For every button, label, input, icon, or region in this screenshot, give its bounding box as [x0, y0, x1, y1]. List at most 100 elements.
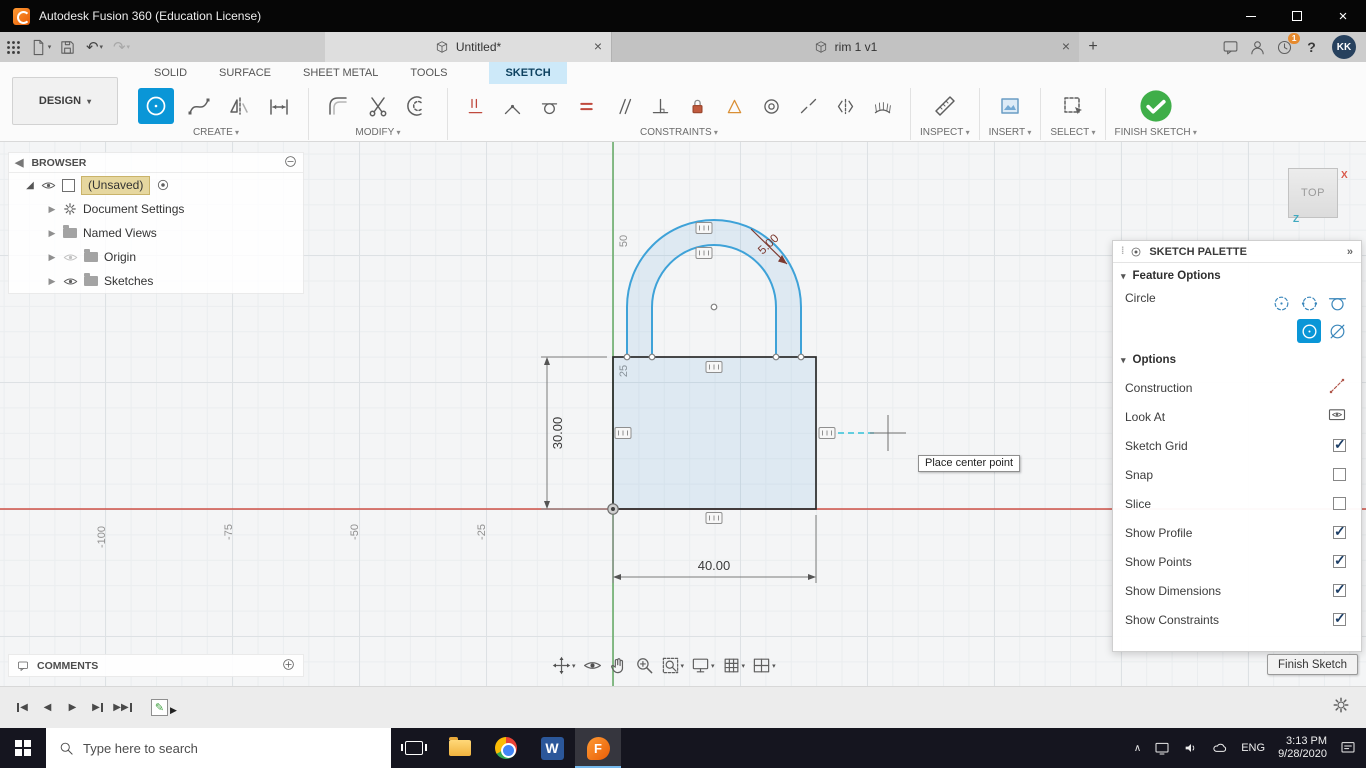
inspect-group-label[interactable]: INSPECT: [920, 127, 970, 138]
maximize-button[interactable]: [1274, 0, 1320, 32]
insert-group-label[interactable]: INSERT: [989, 127, 1032, 138]
tab-close-icon[interactable]: ×: [1062, 39, 1070, 53]
speaker-icon[interactable]: [1183, 740, 1199, 756]
hidden-icons-chevron[interactable]: ∧: [1134, 743, 1141, 754]
options-section-header[interactable]: Options: [1113, 347, 1361, 373]
measure-tool-icon[interactable]: [925, 87, 965, 125]
dimension-width-group[interactable]: 40.00: [612, 515, 817, 583]
new-tab-button[interactable]: +: [1079, 38, 1107, 56]
browser-row-named-views[interactable]: ▶ Named Views: [9, 221, 303, 245]
browser-minimize-icon[interactable]: [284, 155, 297, 171]
fix-constraint-icon[interactable]: [679, 87, 716, 125]
circle-2tangent-icon[interactable]: [1325, 291, 1349, 315]
sketch-point[interactable]: [797, 353, 805, 361]
perpendicular-constraint-icon[interactable]: [642, 87, 679, 125]
job-status-icon[interactable]: [1217, 35, 1244, 59]
add-comment-icon[interactable]: [282, 658, 295, 674]
fillet-tool-icon[interactable]: [318, 87, 358, 125]
file-explorer-button[interactable]: [437, 728, 483, 768]
onedrive-cloud-icon[interactable]: [1212, 740, 1228, 756]
constraint-badge[interactable]: [705, 361, 723, 373]
zoom-icon[interactable]: [635, 656, 654, 675]
constraint-badge[interactable]: [818, 427, 836, 439]
timeline-step-back-button[interactable]: ◀: [35, 696, 60, 720]
timeline-step-forward-button[interactable]: ▶: [85, 696, 110, 720]
timeline-skip-end-button[interactable]: ▶▶: [110, 696, 135, 720]
browser-item-label[interactable]: Document Settings: [83, 202, 184, 216]
browser-row-root[interactable]: ◢ (Unsaved): [9, 173, 303, 197]
timeline-sketch-feature[interactable]: ✎ ▶: [151, 699, 177, 716]
timeline-position-marker[interactable]: ▶: [170, 705, 177, 716]
comments-bar[interactable]: COMMENTS: [8, 654, 304, 677]
constraint-badge[interactable]: [614, 427, 632, 439]
expand-arrow-icon[interactable]: ▶: [47, 228, 57, 239]
look-at-icon[interactable]: [1328, 406, 1346, 427]
save-icon[interactable]: [54, 35, 81, 59]
display-settings-icon[interactable]: ▾: [691, 656, 715, 675]
fusion-360-taskbar-button[interactable]: F: [575, 728, 621, 768]
redo-icon[interactable]: ↷ ▾: [108, 35, 135, 59]
orbit-icon[interactable]: ▾: [552, 656, 576, 675]
arc-center-point[interactable]: [710, 303, 718, 311]
browser-item-label[interactable]: Sketches: [104, 274, 153, 288]
palette-expand-icon[interactable]: »: [1347, 246, 1353, 258]
sketch-dimension-icon[interactable]: [259, 87, 299, 125]
eye-icon[interactable]: [41, 178, 56, 193]
tab-close-icon[interactable]: ×: [594, 39, 602, 53]
expand-arrow-icon[interactable]: ◢: [25, 180, 35, 191]
finish-sketch-palette-button[interactable]: Finish Sketch: [1267, 654, 1359, 675]
tab-sketch[interactable]: SKETCH: [489, 62, 567, 84]
spline-tool-icon[interactable]: [179, 87, 219, 125]
circle-tool-button[interactable]: [138, 88, 174, 124]
midpoint-constraint-icon[interactable]: [716, 87, 753, 125]
insert-tool-icon[interactable]: [990, 87, 1030, 125]
viewports-icon[interactable]: ▾: [752, 656, 776, 675]
sketch-rectangle[interactable]: [612, 356, 817, 510]
sketch-point[interactable]: [648, 353, 656, 361]
constraint-badge[interactable]: [705, 512, 723, 524]
word-button[interactable]: W: [529, 728, 575, 768]
browser-row-document-settings[interactable]: ▶ Document Settings: [9, 197, 303, 221]
dimension-height-group[interactable]: 30.00: [541, 356, 607, 510]
show-dimensions-checkbox[interactable]: [1333, 581, 1346, 598]
collinear-constraint-icon[interactable]: [790, 87, 827, 125]
concentric-constraint-icon[interactable]: [753, 87, 790, 125]
create-group-label[interactable]: CREATE: [193, 127, 239, 138]
viewcube[interactable]: TOP: [1288, 168, 1338, 218]
circle-3point-icon[interactable]: [1297, 291, 1321, 315]
grid-settings-icon[interactable]: ▾: [722, 656, 745, 675]
constraint-badge[interactable]: [695, 222, 713, 234]
browser-item-label[interactable]: Named Views: [83, 226, 157, 240]
coincident-constraint-icon[interactable]: [494, 87, 531, 125]
new-file-icon[interactable]: ▾: [27, 35, 54, 59]
sketch-point[interactable]: [772, 353, 780, 361]
browser-row-origin[interactable]: ▶ Origin: [9, 245, 303, 269]
origin-point[interactable]: [607, 503, 619, 515]
slice-checkbox[interactable]: [1333, 497, 1346, 510]
circle-3tangent-icon[interactable]: [1325, 319, 1349, 343]
viewcube-face-label[interactable]: TOP: [1301, 187, 1325, 199]
finish-sketch-group-label[interactable]: FINISH SKETCH: [1115, 127, 1197, 138]
circle-2point-icon[interactable]: [1269, 291, 1293, 315]
horizontal-vertical-constraint-icon[interactable]: [457, 87, 494, 125]
timeline-settings-gear-icon[interactable]: [1332, 696, 1350, 719]
circle-center-diameter-icon[interactable]: [1297, 319, 1321, 343]
workspace-selector[interactable]: DESIGN ▾: [12, 77, 118, 125]
tab-tools[interactable]: TOOLS: [394, 62, 463, 84]
taskbar-search-input[interactable]: Type here to search: [46, 728, 391, 768]
tangent-constraint-icon[interactable]: [531, 87, 568, 125]
chrome-button[interactable]: [483, 728, 529, 768]
dimension-height-value[interactable]: 30.00: [550, 417, 565, 450]
dimension-width-value[interactable]: 40.00: [698, 558, 731, 573]
palette-header[interactable]: ⁞ SKETCH PALETTE »: [1113, 241, 1361, 263]
mirror-tool-icon[interactable]: [219, 87, 259, 125]
expand-arrow-icon[interactable]: ▶: [47, 276, 57, 287]
tab-surface[interactable]: SURFACE: [203, 62, 287, 84]
browser-collapse-icon[interactable]: ◀: [15, 156, 23, 169]
eye-icon[interactable]: [63, 274, 78, 289]
user-avatar[interactable]: KK: [1332, 35, 1356, 59]
palette-grip-icon[interactable]: ⁞: [1121, 246, 1125, 257]
undo-icon[interactable]: ↶ ▾: [81, 35, 108, 59]
expand-arrow-icon[interactable]: ▶: [47, 252, 57, 263]
select-group-label[interactable]: SELECT: [1050, 127, 1095, 138]
